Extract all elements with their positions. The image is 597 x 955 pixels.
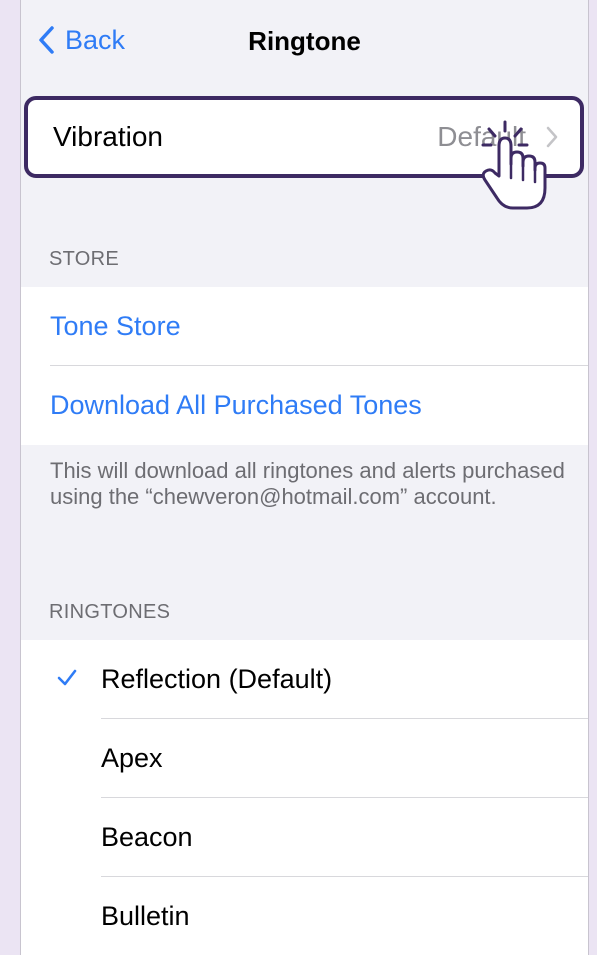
ringtone-label: Bulletin [101, 901, 190, 931]
store-section-header: STORE [49, 248, 120, 270]
tone-store-link[interactable]: Tone Store [21, 287, 588, 366]
ringtone-label: Beacon [101, 822, 193, 852]
settings-screen: Back Ringtone Vibration Default STORE To… [20, 0, 589, 955]
ringtone-item-bulletin[interactable]: Bulletin [21, 877, 588, 955]
ringtones-section-header: RINGTONES [49, 601, 171, 623]
ringtone-item-reflection[interactable]: Reflection (Default) [21, 640, 588, 719]
vibration-label: Vibration [53, 121, 164, 152]
ringtone-item-apex[interactable]: Apex [21, 719, 588, 798]
back-button[interactable]: Back [37, 20, 125, 60]
chevron-right-icon [546, 126, 558, 148]
back-label: Back [65, 24, 126, 55]
chevron-left-icon [39, 26, 54, 54]
vibration-value: Default [437, 121, 526, 152]
ringtones-list: Reflection (Default) Apex Beacon Bulleti… [21, 640, 588, 955]
checkmark-icon [57, 669, 77, 686]
store-group: Tone Store Download All Purchased Tones [21, 287, 588, 445]
ringtone-item-beacon[interactable]: Beacon [21, 798, 588, 877]
download-purchased-tones-link[interactable]: Download All Purchased Tones [21, 366, 588, 445]
navigation-bar: Back Ringtone [21, 0, 588, 82]
ringtone-label: Apex [101, 743, 163, 773]
vibration-row[interactable]: Vibration Default [24, 96, 584, 178]
store-footer-note: This will download all ringtones and ale… [50, 458, 565, 509]
ringtone-label: Reflection (Default) [101, 664, 333, 694]
